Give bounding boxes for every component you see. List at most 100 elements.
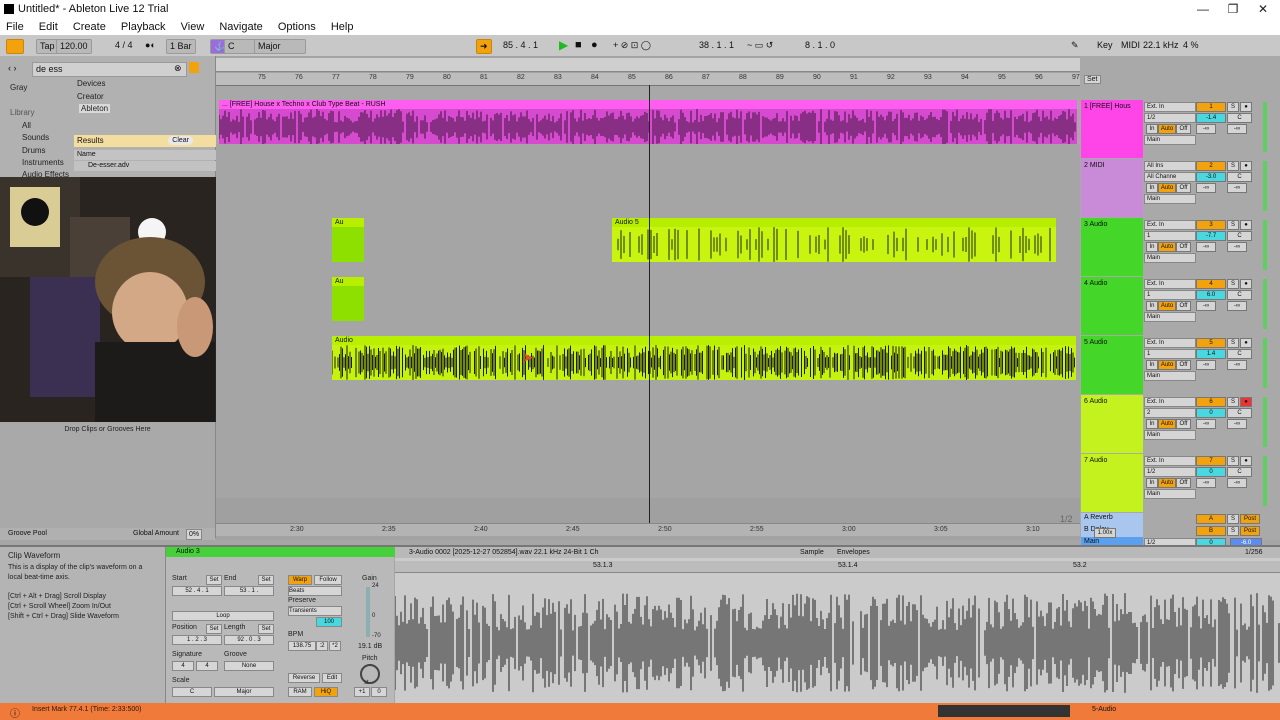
clip-track-1[interactable]: ... [FREE] House x Techno x Club Type Be… xyxy=(219,100,1077,145)
metronome-icon[interactable]: ●◐ xyxy=(142,39,159,52)
lane-return-a[interactable] xyxy=(216,498,1080,512)
global-amount-field[interactable]: 0% xyxy=(186,529,203,540)
output-select[interactable]: Main xyxy=(1144,253,1196,263)
lane-track-7[interactable] xyxy=(216,439,1080,499)
send-b-field[interactable]: -∞ xyxy=(1227,360,1247,370)
library-sounds[interactable]: Sounds xyxy=(22,133,49,142)
return-post-button[interactable]: Post xyxy=(1240,514,1260,524)
tab-sample[interactable]: Sample xyxy=(800,547,824,558)
browser-search-input[interactable]: de ess xyxy=(32,62,187,77)
track-activator[interactable]: 1 xyxy=(1196,102,1226,112)
output-select[interactable]: Main xyxy=(1144,312,1196,322)
output-select[interactable]: Main xyxy=(1144,430,1196,440)
monitor-auto-button[interactable]: Auto xyxy=(1158,301,1176,311)
volume-field[interactable]: -3.0 xyxy=(1196,172,1226,182)
track-header[interactable]: 2 MIDI xyxy=(1081,159,1143,217)
output-select[interactable]: Main xyxy=(1144,489,1196,499)
groove-select[interactable]: None xyxy=(224,661,274,671)
clip-track-3-b[interactable]: Audio 5 xyxy=(612,218,1056,262)
send-a-field[interactable]: -∞ xyxy=(1196,360,1216,370)
track-activator[interactable]: 4 xyxy=(1196,279,1226,289)
pitch-knob[interactable] xyxy=(360,664,380,684)
send-a-field[interactable]: -∞ xyxy=(1196,301,1216,311)
send-b-field[interactable]: -∞ xyxy=(1227,124,1247,134)
lane-track-2[interactable] xyxy=(216,144,1080,204)
input-type-select[interactable]: Ext. In xyxy=(1144,456,1196,466)
draw-mode-icon[interactable]: ~ ▭ ↺ xyxy=(744,39,776,52)
monitor-auto-button[interactable]: Auto xyxy=(1158,478,1176,488)
bpm-half-button[interactable]: :2 xyxy=(316,641,328,651)
return-post-button[interactable]: Post xyxy=(1240,526,1260,536)
info-toggle-icon[interactable]: ⓘ xyxy=(10,705,20,720)
bpm-field[interactable]: 138.75 xyxy=(288,641,316,651)
send-a-field[interactable]: -∞ xyxy=(1196,183,1216,193)
monitor-in-button[interactable]: In xyxy=(1146,478,1158,488)
clip-track-3-a[interactable]: Au xyxy=(332,218,364,262)
start-set-button[interactable]: Set xyxy=(206,575,222,585)
places-gray[interactable]: Gray xyxy=(10,83,27,92)
monitor-auto-button[interactable]: Auto xyxy=(1158,183,1176,193)
time-signature-field[interactable]: 4 / 4 xyxy=(112,39,136,52)
record-button[interactable]: ● xyxy=(588,39,601,52)
pan-field[interactable]: C xyxy=(1227,231,1252,241)
monitor-in-button[interactable]: In xyxy=(1146,183,1158,193)
menu-edit[interactable]: Edit xyxy=(33,19,64,33)
arm-button[interactable]: ● xyxy=(1240,279,1252,289)
menu-playback[interactable]: Playback xyxy=(115,19,172,33)
pan-field[interactable]: C xyxy=(1227,113,1252,123)
output-select[interactable]: Main xyxy=(1144,135,1196,145)
return-track-header[interactable]: A Reverb xyxy=(1081,513,1143,525)
clear-results-button[interactable]: Clear xyxy=(168,136,193,145)
start-field[interactable]: 52 . 4 . 1 xyxy=(172,586,222,596)
time-ruler[interactable]: 2:30 2:35 2:40 2:45 2:50 2:55 3:00 3:05 3:10 xyxy=(216,523,1080,536)
track-activator[interactable]: 7 xyxy=(1196,456,1226,466)
lane-track-6[interactable] xyxy=(216,380,1080,440)
selected-track-label[interactable]: 5-Audio xyxy=(1092,706,1116,713)
return-solo-button[interactable]: S xyxy=(1227,514,1239,524)
solo-button[interactable]: S xyxy=(1227,161,1239,171)
monitor-in-button[interactable]: In xyxy=(1146,419,1158,429)
tab-envelopes[interactable]: Envelopes xyxy=(837,547,870,558)
loop-button[interactable]: Loop xyxy=(172,611,274,621)
input-type-select[interactable]: Ext. In xyxy=(1144,220,1196,230)
monitor-auto-button[interactable]: Auto xyxy=(1158,124,1176,134)
follow-button[interactable]: ➜ xyxy=(476,39,492,54)
arm-button[interactable]: ● xyxy=(1240,102,1252,112)
pan-field[interactable]: C xyxy=(1227,172,1252,182)
volume-field[interactable]: 1.4 xyxy=(1196,349,1226,359)
send-a-field[interactable]: -∞ xyxy=(1196,124,1216,134)
menu-file[interactable]: File xyxy=(0,19,30,33)
return-solo-button[interactable]: S xyxy=(1227,526,1239,536)
monitor-auto-button[interactable]: Auto xyxy=(1158,360,1176,370)
solo-button[interactable]: S xyxy=(1227,220,1239,230)
preserve-select[interactable]: Transients xyxy=(288,606,342,616)
output-select[interactable]: Main xyxy=(1144,194,1196,204)
loop-length-field[interactable]: 8 . 1 . 0 xyxy=(802,39,838,52)
library-instruments[interactable]: Instruments xyxy=(22,158,64,167)
monitor-off-button[interactable]: Off xyxy=(1176,360,1191,370)
beat-ruler[interactable]: 75 76 77 78 79 80 81 82 83 84 85 86 87 88 89 90 91 92 93 94… xyxy=(216,73,1080,86)
key-map-button[interactable]: Key xyxy=(1094,39,1116,52)
send-a-field[interactable]: -∞ xyxy=(1196,242,1216,252)
pan-field[interactable]: C xyxy=(1227,408,1252,418)
end-field[interactable]: 53 . 1 . xyxy=(224,586,274,596)
filter-devices[interactable]: Devices xyxy=(77,79,105,88)
input-type-select[interactable]: Ext. In xyxy=(1144,397,1196,407)
signature-numerator[interactable]: 4 xyxy=(172,661,194,671)
monitor-in-button[interactable]: In xyxy=(1146,301,1158,311)
input-channel-select[interactable]: 1 xyxy=(1144,349,1196,359)
track-activator[interactable]: 5 xyxy=(1196,338,1226,348)
track-activator[interactable]: 6 xyxy=(1196,397,1226,407)
volume-field[interactable]: 0 xyxy=(1196,408,1226,418)
maximize-button[interactable]: ❐ xyxy=(1223,2,1243,16)
clip-track-5[interactable]: Audio xyxy=(332,336,1076,380)
clip-track-4[interactable]: Au xyxy=(332,277,364,321)
play-button[interactable]: ▶ xyxy=(556,39,571,52)
minimize-button[interactable]: — xyxy=(1193,2,1213,16)
pan-field[interactable]: C xyxy=(1227,349,1252,359)
sample-waveform[interactable] xyxy=(395,593,1280,693)
track-activator[interactable]: 3 xyxy=(1196,220,1226,230)
input-type-select[interactable]: Ext. In xyxy=(1144,279,1196,289)
browser-toggle-icon[interactable] xyxy=(6,39,24,54)
track-activator[interactable]: 2 xyxy=(1196,161,1226,171)
